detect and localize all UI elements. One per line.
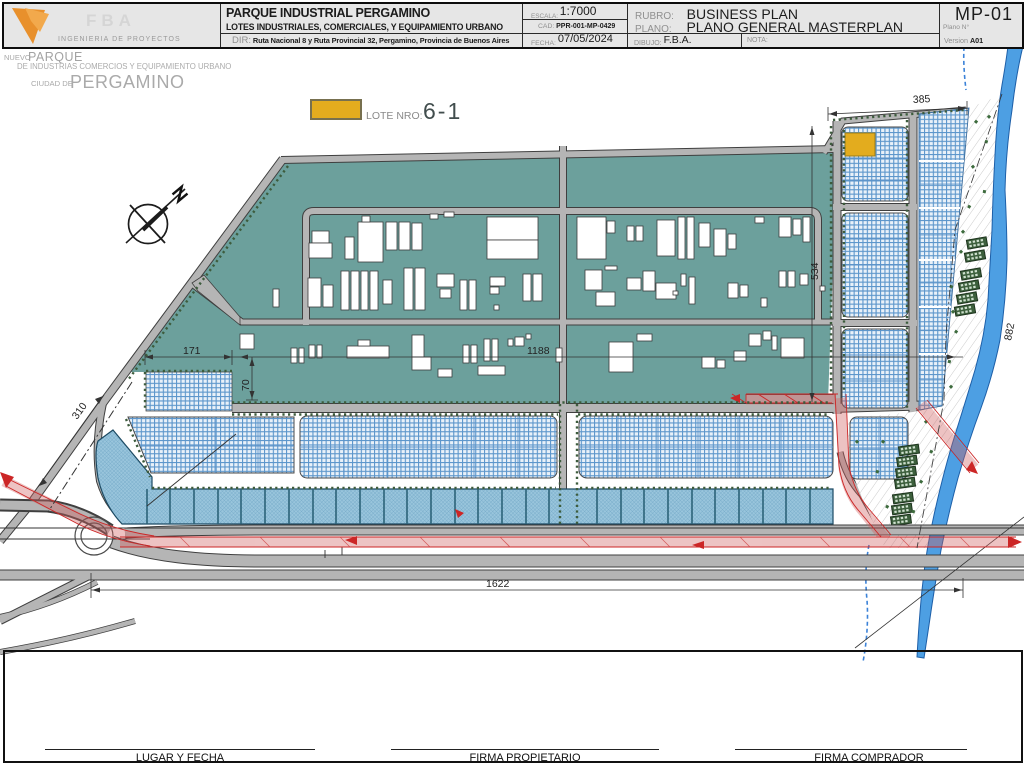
svg-text:534: 534 [809,262,821,280]
svg-text:INGENIERIA DE PROYECTOS: INGENIERIA DE PROYECTOS [58,36,181,43]
svg-text:171: 171 [183,345,201,357]
svg-text:70: 70 [240,379,252,391]
svg-text:FBA: FBA [86,11,136,30]
svg-text:1188: 1188 [527,345,550,357]
svg-text:385: 385 [913,93,931,106]
svg-text:882: 882 [1002,322,1017,342]
svg-text:1622: 1622 [486,578,510,590]
